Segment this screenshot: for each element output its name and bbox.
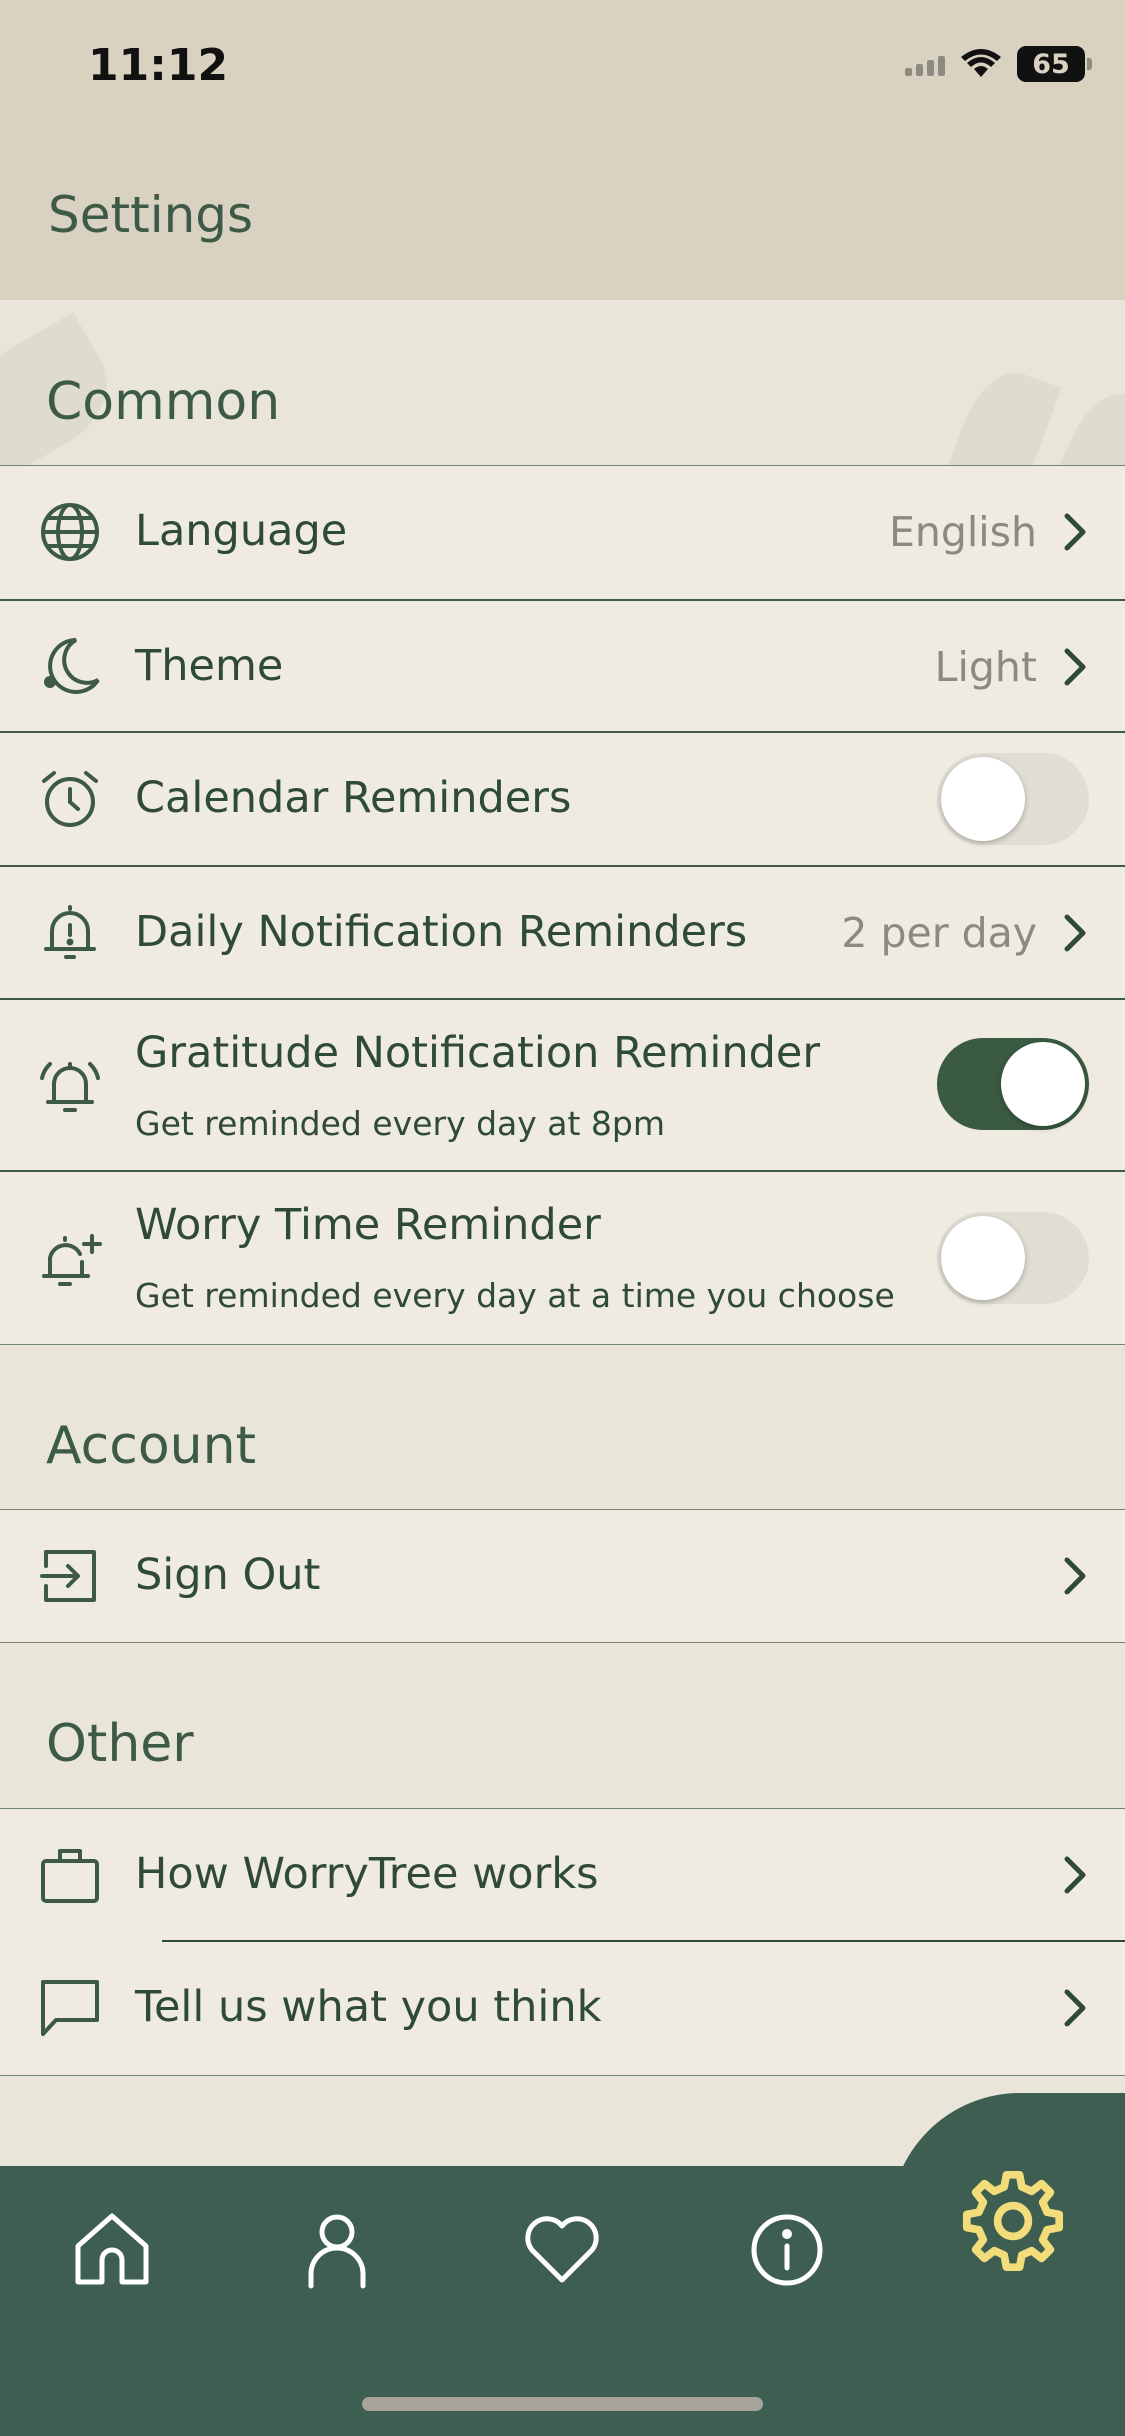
section-title-other: Other: [46, 1714, 194, 1774]
battery-indicator: 65: [1017, 46, 1092, 82]
language-label: Language: [135, 506, 348, 556]
calendar-reminders-label: Calendar Reminders: [135, 773, 572, 823]
heart-icon[interactable]: [520, 2208, 604, 2292]
sign-out-icon: [40, 1550, 96, 1602]
chevron-right-icon: [1064, 1856, 1086, 1894]
worry-time-reminder-subtitle: Get reminded every day at a time you cho…: [135, 1276, 895, 1315]
toggle-knob: [941, 1216, 1025, 1300]
status-icons: 65: [905, 46, 1092, 82]
theme-label: Theme: [135, 641, 284, 691]
briefcase-icon: [41, 1849, 99, 1903]
how-it-works-row[interactable]: How WorryTree works: [0, 1808, 1125, 1942]
globe-icon: [41, 503, 99, 561]
gratitude-reminder-subtitle: Get reminded every day at 8pm: [135, 1104, 666, 1143]
worry-time-reminder-label: Worry Time Reminder: [135, 1200, 601, 1250]
cellular-signal-icon: [905, 52, 945, 76]
bell-ringing-icon: [40, 1062, 100, 1112]
settings-list[interactable]: Common Language English Theme Light Cale…: [0, 300, 1125, 2170]
gratitude-reminder-label: Gratitude Notification Reminder: [135, 1028, 820, 1078]
home-icon[interactable]: [70, 2208, 154, 2292]
page-title: Settings: [48, 186, 254, 244]
bell-plus-icon: [42, 1234, 102, 1286]
language-value: English: [888, 508, 1037, 556]
daily-notification-reminders-row[interactable]: Daily Notification Reminders 2 per day: [0, 865, 1125, 999]
gratitude-reminder-row: Gratitude Notification Reminder Get remi…: [0, 998, 1125, 1171]
theme-value: Light: [934, 643, 1037, 691]
section-title-common: Common: [46, 372, 281, 432]
daily-notification-reminders-value: 2 per day: [841, 909, 1037, 957]
home-indicator: [362, 2397, 763, 2411]
daily-notification-reminders-label: Daily Notification Reminders: [135, 907, 748, 957]
gear-icon[interactable]: [958, 2166, 1068, 2276]
chevron-right-icon: [1064, 1989, 1086, 2027]
chat-bubble-icon: [41, 1980, 99, 2036]
calendar-reminders-row: Calendar Reminders: [0, 731, 1125, 866]
feedback-label: Tell us what you think: [135, 1982, 602, 2032]
bell-alert-icon: [44, 905, 96, 959]
theme-row[interactable]: Theme Light: [0, 599, 1125, 732]
feedback-row[interactable]: Tell us what you think: [0, 1942, 1125, 2076]
section-title-account: Account: [46, 1416, 256, 1476]
profile-icon[interactable]: [295, 2208, 379, 2292]
calendar-reminders-toggle[interactable]: [937, 753, 1089, 845]
chevron-right-icon: [1064, 513, 1086, 551]
gratitude-reminder-toggle[interactable]: [937, 1038, 1089, 1130]
toggle-knob: [1001, 1042, 1085, 1126]
info-icon[interactable]: [745, 2208, 829, 2292]
language-row[interactable]: Language English: [0, 465, 1125, 600]
toggle-knob: [941, 757, 1025, 841]
moon-icon: [44, 638, 100, 694]
alarm-clock-icon: [42, 771, 98, 827]
sign-out-row[interactable]: Sign Out: [0, 1509, 1125, 1643]
how-it-works-label: How WorryTree works: [135, 1849, 599, 1899]
worry-time-reminder-toggle[interactable]: [937, 1212, 1089, 1304]
battery-level: 65: [1032, 48, 1070, 80]
status-bar: 11:12 65: [0, 0, 1125, 140]
status-time: 11:12: [88, 40, 229, 91]
page-header: Settings: [0, 140, 1125, 300]
wifi-icon: [961, 49, 1001, 77]
chevron-right-icon: [1064, 914, 1086, 952]
chevron-right-icon: [1064, 1557, 1086, 1595]
worry-time-reminder-row: Worry Time Reminder Get reminded every d…: [0, 1170, 1125, 1345]
chevron-right-icon: [1064, 648, 1086, 686]
sign-out-label: Sign Out: [135, 1550, 321, 1600]
tab-bar: [0, 2166, 1125, 2436]
